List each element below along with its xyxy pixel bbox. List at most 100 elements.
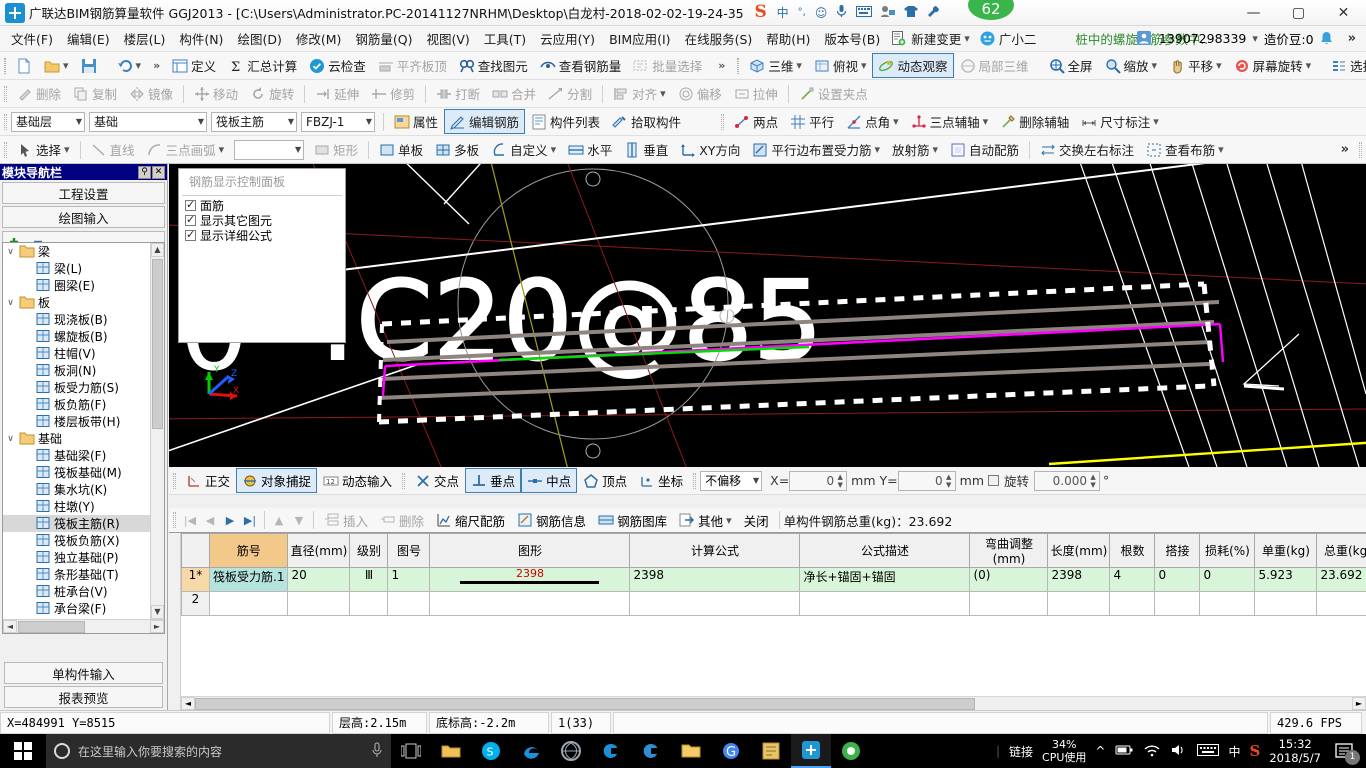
expand-chevron-icon[interactable]: ∨ [5, 247, 16, 257]
tree-item-10[interactable]: 板受力筋(S) [3, 379, 150, 396]
table-header-4[interactable]: 图号 [387, 533, 431, 568]
zoom-chevron-icon[interactable]: ▾ [1152, 59, 1158, 72]
table-header-3[interactable]: 级别 [349, 533, 389, 568]
ime-toolbar[interactable]: 中 °, ☺ [777, 4, 941, 21]
link-label[interactable]: 链接 [1009, 743, 1033, 760]
rotate-input[interactable]: 0.000 ▲ ▼ [1034, 470, 1101, 491]
dimension-button[interactable]: 尺寸标注 ▾ [1075, 109, 1165, 134]
tree-item-18[interactable]: 筏板主筋(R) [3, 515, 150, 532]
dynamic-input-button[interactable]: 12 动态输入 [317, 468, 398, 493]
table-cell[interactable] [387, 591, 431, 616]
arc-tool-button[interactable]: 三点画弧 ▾ [141, 137, 231, 162]
open-chevron-icon[interactable]: ▾ [63, 59, 69, 72]
zoom-button[interactable]: 缩放 ▾ [1099, 53, 1164, 78]
table-cell[interactable]: 0 [1199, 567, 1256, 592]
menu-view[interactable]: 视图(V) [419, 26, 476, 51]
expand-chevron-icon[interactable]: ∨ [5, 298, 16, 308]
ortho-button[interactable]: 正交 [180, 468, 236, 493]
table-cell[interactable] [208, 591, 289, 616]
tree-item-17[interactable]: 柱墩(Y) [3, 498, 150, 515]
menu-modify[interactable]: 修改(M) [289, 26, 349, 51]
taskbar-search-box[interactable]: 在这里输入你要搜索的内容 [46, 734, 391, 768]
local-3d-button[interactable]: 局部三维 [954, 53, 1035, 78]
table-cell[interactable]: Ⅲ [349, 567, 389, 592]
rotate-button[interactable]: 旋转 [244, 81, 300, 106]
maximize-button[interactable]: ▢ [1276, 0, 1321, 26]
vertex-snap-button[interactable]: 顶点 [577, 468, 633, 493]
delete-button[interactable]: 删除 [11, 81, 67, 106]
scroll-up-icon[interactable]: ▲ [151, 243, 164, 257]
hscroll-thumb[interactable] [18, 620, 85, 633]
minimize-button[interactable]: — [1231, 0, 1276, 26]
assistant-button[interactable]: 广小二 [975, 28, 1042, 49]
merge-button[interactable]: 合并 [486, 81, 542, 106]
ime-keyboard-icon[interactable] [856, 5, 873, 20]
table-scroll-right-icon[interactable]: ► [1352, 697, 1366, 710]
category-combo[interactable]: 基础 ▼ [89, 111, 207, 132]
ime-mic-icon[interactable] [836, 4, 847, 21]
toolbar4-overflow-button[interactable]: » [1335, 142, 1355, 157]
ime-skin-icon[interactable] [904, 5, 919, 21]
model-viewport[interactable]: :C20@85 0 [169, 164, 1366, 467]
tree-item-2[interactable]: ∨ 梁 [3, 243, 150, 260]
face-rebar-checkbox[interactable] [185, 198, 196, 211]
member-toolbar-grip[interactable] [4, 113, 7, 130]
table-header-14[interactable]: 总重(kg) [1316, 533, 1366, 568]
table-header-6[interactable]: 计算公式 [629, 533, 801, 568]
copy-button[interactable]: 复制 [67, 81, 123, 106]
menubar-overflow-button[interactable]: » [1342, 31, 1362, 46]
swap-label-button[interactable]: 交换左右标注 [1034, 137, 1140, 162]
tree-item-12[interactable]: 楼层板带(H) [3, 413, 150, 430]
move-down-button[interactable]: ▼ [289, 514, 309, 527]
new-file-button[interactable] [10, 55, 38, 77]
scroll-down-icon[interactable]: ▼ [151, 605, 164, 619]
select-tool-button[interactable]: 选择 ▾ [11, 137, 76, 162]
account-phone[interactable]: 13907298339 [1159, 31, 1246, 46]
table-cell[interactable]: 4 [1109, 567, 1156, 592]
menu-online-service[interactable]: 在线服务(S) [678, 26, 760, 51]
floor-combo[interactable]: 基础层 ▼ [11, 111, 85, 132]
move-button[interactable]: 移动 [188, 81, 244, 106]
toolbar1-overflow-icon[interactable]: » [153, 59, 160, 72]
single-slab-button[interactable]: 单板 [373, 137, 429, 162]
object-snap-button[interactable]: 对象捕捉 [236, 468, 318, 493]
tree-vertical-scrollbar[interactable]: ▲ ▼ [150, 243, 164, 619]
ime-user-icon[interactable] [881, 5, 896, 21]
chevron-down-icon[interactable]: ▾ [964, 32, 970, 45]
define-button[interactable]: 定义 [166, 53, 222, 78]
tree-item-5[interactable]: ∨ 板 [3, 294, 150, 311]
row-number[interactable]: 2 [181, 591, 210, 616]
top-view-chevron-icon[interactable]: ▾ [861, 59, 867, 72]
tree-item-8[interactable]: 柱帽(V) [3, 345, 150, 362]
window-controls[interactable]: — ▢ ✕ [1231, 0, 1366, 26]
x-input[interactable]: 0 ▲ ▼ [789, 470, 848, 491]
two-point-axis-button[interactable]: 两点 [728, 109, 784, 134]
table-row[interactable]: 1* 筏板受力筋.1 20 Ⅲ 1 2398 2398 净长+锚固+锚固 (0) 2398 4 0 0 5… [181, 567, 1366, 592]
taskbar-edge-button[interactable] [511, 734, 551, 768]
delete-axis-button[interactable]: 删除辅轴 [994, 109, 1075, 134]
snap-grip-3[interactable] [693, 472, 697, 489]
parallel-rebar-button[interactable]: 平行边布置受力筋 ▾ [746, 137, 886, 162]
menu-bim[interactable]: BIM应用(I) [602, 26, 678, 51]
bell-icon[interactable] [1320, 31, 1336, 47]
open-file-button[interactable]: ▾ [38, 55, 75, 77]
tree-item-13[interactable]: ∨ 基础 [3, 430, 150, 447]
table-cell[interactable] [349, 591, 389, 616]
taskbar-explorer-button[interactable] [671, 734, 711, 768]
offset-mode-chevron-icon[interactable]: ▼ [749, 476, 759, 485]
set-grip-button[interactable]: 设置夹点 [793, 81, 874, 106]
pin-icon[interactable]: ⚲ [138, 165, 151, 179]
table-cell[interactable] [969, 591, 1049, 616]
axis-toolbar-grip[interactable] [721, 113, 725, 130]
table-cell[interactable]: 2398 [629, 567, 801, 592]
extend-button[interactable]: 延伸 [309, 81, 365, 106]
member-name-combo[interactable]: FBZJ-1 ▼ [301, 111, 375, 132]
three-point-axis-button[interactable]: 三点辅轴 ▾ [905, 109, 995, 134]
table-cell[interactable] [1199, 591, 1256, 616]
screen-rotate-chevron-icon[interactable]: ▾ [1306, 59, 1312, 72]
top-view-button[interactable]: 俯视 ▾ [808, 53, 873, 78]
close-panel-icon[interactable]: ✕ [152, 165, 165, 179]
tree-item-22[interactable]: 桩承台(V) [3, 583, 150, 600]
tree-item-16[interactable]: 集水坑(K) [3, 481, 150, 498]
align-chevron-icon[interactable]: ▾ [660, 87, 666, 100]
